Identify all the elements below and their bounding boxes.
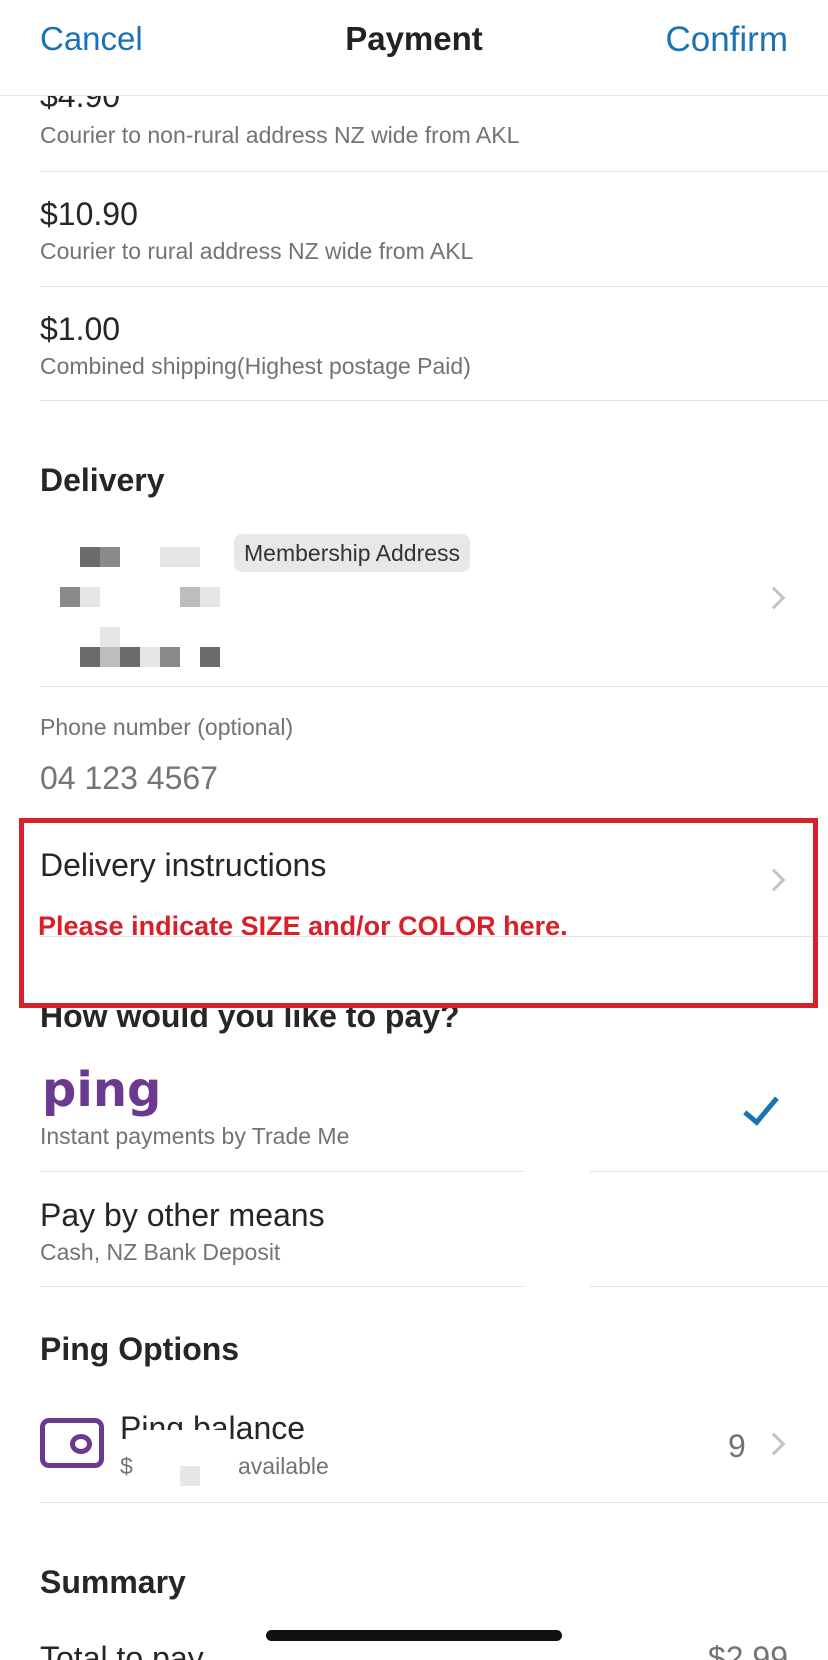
divider bbox=[40, 286, 828, 287]
summary-heading: Summary bbox=[40, 1564, 186, 1600]
shipping-option-desc: Courier to non-rural address NZ wide fro… bbox=[40, 122, 520, 148]
other-payment-label: Pay by other means bbox=[40, 1197, 325, 1233]
total-label: Total to pay bbox=[40, 1640, 204, 1660]
highlight-box bbox=[19, 818, 818, 1008]
wallet-icon bbox=[40, 1418, 104, 1468]
ping-description: Instant payments by Trade Me bbox=[40, 1123, 350, 1149]
balance-available-text: available bbox=[238, 1453, 329, 1479]
shipping-option-desc: Combined shipping(Highest postage Paid) bbox=[40, 353, 471, 379]
other-payment-desc: Cash, NZ Bank Deposit bbox=[40, 1239, 281, 1265]
balance-amount: 9 bbox=[728, 1428, 746, 1464]
ping-options-heading: Ping Options bbox=[40, 1331, 240, 1367]
ping-logo: ping bbox=[42, 1062, 162, 1118]
home-indicator[interactable] bbox=[266, 1630, 562, 1641]
divider bbox=[40, 1286, 828, 1287]
delivery-heading: Delivery bbox=[40, 462, 165, 498]
phone-label: Phone number (optional) bbox=[40, 714, 294, 740]
total-value: $2.99 bbox=[707, 1640, 788, 1660]
shipping-option-price[interactable]: $10.90 bbox=[40, 196, 138, 233]
membership-address-badge: Membership Address bbox=[234, 534, 471, 572]
shipping-option-price[interactable]: $1.00 bbox=[40, 311, 120, 348]
divider bbox=[40, 1502, 828, 1503]
redaction-pixel bbox=[180, 1466, 200, 1486]
redaction-mask bbox=[138, 1430, 230, 1500]
redaction-mask bbox=[524, 1160, 590, 1300]
balance-currency: $ bbox=[120, 1453, 133, 1479]
shipping-option-desc: Courier to rural address NZ wide from AK… bbox=[40, 238, 474, 264]
divider bbox=[40, 686, 828, 687]
phone-input[interactable] bbox=[40, 760, 640, 797]
chevron-right-icon bbox=[762, 586, 786, 610]
chevron-right-icon bbox=[762, 1432, 786, 1456]
divider bbox=[40, 171, 828, 172]
checkmark-icon bbox=[743, 1088, 779, 1126]
divider bbox=[40, 400, 828, 401]
confirm-button[interactable]: Confirm bbox=[665, 20, 788, 60]
divider bbox=[40, 1171, 828, 1172]
navigation-bar: Cancel Payment Confirm bbox=[0, 0, 828, 96]
